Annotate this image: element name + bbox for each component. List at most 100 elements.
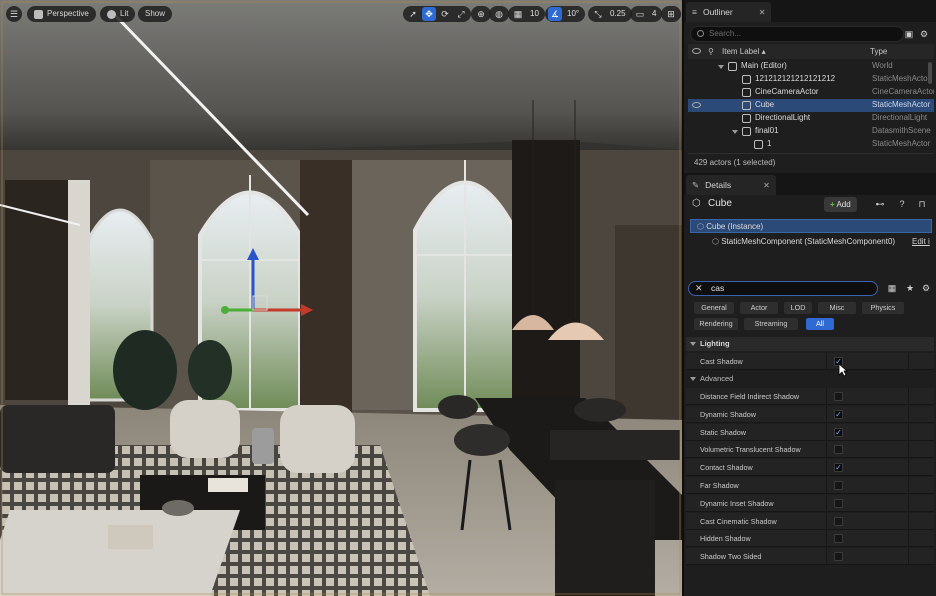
expand-arrow-icon[interactable] — [718, 65, 724, 69]
filter-chip[interactable]: LOD — [784, 302, 812, 314]
filter-chip[interactable]: Misc — [818, 302, 856, 314]
filter-chip[interactable]: Streaming — [744, 318, 798, 330]
details-filter-input[interactable]: ✕ cas — [688, 281, 878, 296]
tab-outliner[interactable]: ≡ Outliner ✕ — [686, 2, 772, 22]
prop-checkbox[interactable]: ✓ — [834, 409, 843, 419]
outliner-row[interactable]: final01 DatasmithScene — [688, 125, 934, 138]
item-label-column[interactable]: Item Label ▴ — [722, 47, 766, 56]
outliner-scrollbar[interactable] — [928, 62, 932, 84]
favorite-star-icon[interactable]: ★ — [904, 282, 916, 294]
translate-icon[interactable]: ✥ — [422, 7, 436, 21]
close-icon[interactable]: ✕ — [759, 8, 766, 17]
grid-icon[interactable]: ▦ — [511, 7, 525, 21]
scale-icon[interactable]: ⤢ — [454, 7, 468, 21]
surface-snap-icon[interactable]: ◍ — [492, 7, 506, 21]
outliner-row[interactable]: DirectionalLight DirectionalLight — [688, 112, 934, 125]
table-view-icon[interactable]: ▦ — [886, 282, 898, 294]
outliner-row[interactable]: Main (Editor) World — [688, 60, 934, 73]
expand-arrow-icon[interactable] — [732, 130, 738, 134]
prop-label: Cast Cinematic Shadow — [700, 516, 777, 526]
filter-chip[interactable]: General — [694, 302, 734, 314]
camera-icon — [742, 88, 751, 97]
cube-icon — [742, 101, 751, 110]
lit-sphere-icon — [107, 9, 116, 19]
outliner-row[interactable]: CineCameraActor CineCameraActor — [688, 86, 934, 99]
filter-chip[interactable]: Physics — [862, 302, 904, 314]
settings-gear-icon[interactable]: ⚙ — [920, 282, 932, 294]
prop-checkbox[interactable] — [834, 552, 843, 562]
tab-details[interactable]: ✎ Details ✕ — [686, 175, 776, 195]
mesh-icon — [742, 75, 751, 84]
type-column[interactable]: Type — [870, 47, 887, 56]
scale-snap-icon[interactable]: ⤡ — [591, 7, 605, 21]
cube-icon — [34, 9, 43, 19]
prop-label: Far Shadow — [700, 481, 739, 490]
grid-snap-value[interactable]: 10 — [527, 7, 542, 21]
add-button-label: Add — [836, 200, 851, 209]
details-tab-label: Details — [705, 180, 732, 190]
filter-chip[interactable]: All — [806, 318, 834, 330]
transform-gizmo[interactable] — [215, 248, 315, 323]
component-row[interactable]: ⬡ StaticMeshComponent (StaticMeshCompone… — [690, 235, 932, 249]
hamburger-icon[interactable]: ☰ — [6, 6, 22, 22]
rotation-snap-icon[interactable]: ∡ — [548, 7, 562, 21]
outliner-row[interactable]: Cube StaticMeshActor — [688, 99, 934, 112]
filter-chip[interactable]: Rendering — [694, 318, 738, 330]
globe-icon[interactable]: ⊕ — [474, 7, 488, 21]
outliner-icon: ≡ — [692, 7, 697, 17]
camera-icon[interactable]: ▭ — [633, 7, 647, 21]
show-button[interactable]: Show — [138, 6, 173, 22]
prop-checkbox[interactable] — [834, 498, 843, 508]
filter-chip[interactable]: Actor — [740, 302, 778, 314]
pin-icon[interactable]: ⚲ — [708, 47, 714, 56]
prop-checkbox[interactable] — [834, 392, 843, 401]
clear-x-icon[interactable]: ✕ — [695, 282, 703, 295]
lit-button[interactable]: Lit — [100, 6, 136, 22]
outliner-row[interactable]: 121212121212121212 StaticMeshActor — [688, 73, 934, 86]
lock-icon[interactable]: ⊓ — [916, 198, 928, 210]
select-icon[interactable]: ➚ — [406, 7, 420, 21]
close-icon[interactable]: ✕ — [763, 181, 770, 190]
scene-render[interactable] — [0, 0, 682, 596]
maximize-icon[interactable]: ⊞ — [664, 7, 678, 21]
lighting-section-header[interactable]: Lighting — [686, 337, 934, 351]
prop-checkbox[interactable]: ✓ — [834, 427, 843, 437]
prop-row: Dynamic Shadow ✓ — [686, 405, 934, 423]
prop-label: Distance Field Indirect Shadow — [700, 392, 800, 401]
light-icon — [742, 114, 751, 123]
advanced-section-header[interactable]: Advanced — [686, 372, 934, 386]
outliner-row[interactable]: 1 StaticMeshActor — [688, 138, 934, 151]
prop-row: Contact Shadow ✓ — [686, 459, 934, 477]
edit-link[interactable]: Edit i — [912, 235, 930, 249]
prop-checkbox[interactable]: ✓ — [834, 463, 843, 473]
help-icon[interactable]: ? — [896, 198, 908, 210]
prop-cast-shadow: Cast Shadow ✓ — [686, 353, 934, 370]
prop-checkbox[interactable] — [834, 534, 843, 544]
add-folder-icon[interactable]: ▣ — [903, 28, 915, 40]
show-label: Show — [145, 9, 166, 18]
outliner-search-input[interactable]: Search... — [690, 26, 904, 42]
add-component-button[interactable]: + Add — [824, 197, 857, 212]
world-icon — [728, 62, 737, 71]
visibility-eye-icon[interactable] — [692, 48, 701, 54]
prop-row: Shadow Two Sided — [686, 548, 934, 566]
prop-checkbox[interactable] — [834, 516, 843, 526]
surface-snap-group: ◍ — [489, 6, 509, 22]
blueprint-icon[interactable]: ⊷ — [874, 198, 886, 210]
caret-down-icon — [690, 342, 696, 346]
prop-checkbox[interactable] — [834, 481, 843, 490]
camera-speed-value[interactable]: 4 — [649, 7, 659, 21]
settings-gear-icon[interactable]: ⚙ — [918, 28, 930, 40]
visibility-eye-icon[interactable] — [692, 102, 701, 108]
prop-checkbox[interactable] — [834, 445, 843, 455]
rotate-icon[interactable]: ⟳ — [438, 7, 452, 21]
perspective-label: Perspective — [47, 9, 89, 18]
outliner-tab-label: Outliner — [702, 7, 733, 17]
scale-snap-value[interactable]: 0.25 — [607, 7, 629, 21]
actor-count: 429 actors (1 selected) — [688, 153, 934, 170]
instance-row[interactable]: ⬡ Cube (Instance) — [690, 219, 932, 233]
rotation-snap-value[interactable]: 10° — [564, 7, 582, 21]
perspective-button[interactable]: Perspective — [27, 6, 96, 22]
level-viewport[interactable]: ☰ Perspective Lit Show ➚ ✥ ⟳ ⤢ ⊕ ◍ ▦ 10 — [0, 0, 682, 596]
prop-row: Distance Field Indirect Shadow — [686, 388, 934, 405]
